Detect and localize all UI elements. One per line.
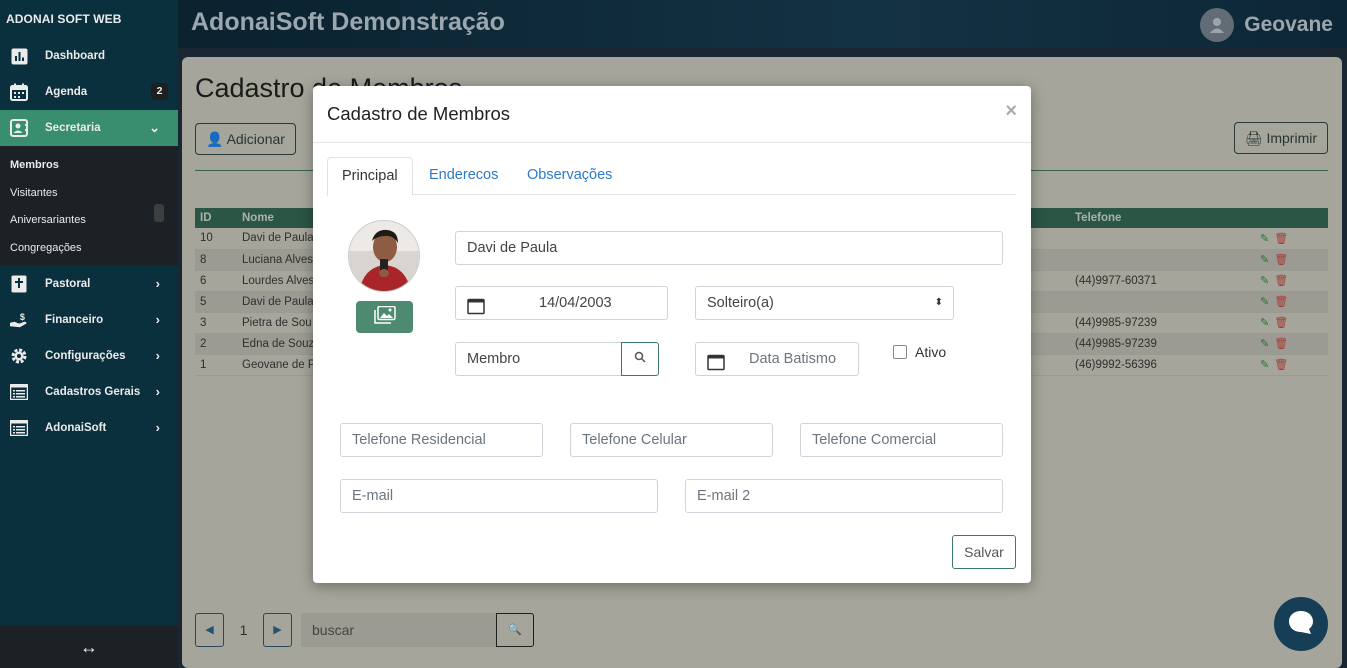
phone-commercial-field[interactable]: Telefone Comercial <box>800 423 1003 457</box>
modal-header: Cadastro de Membros × <box>313 86 1031 143</box>
member-modal: Cadastro de Membros × Principal Endereco… <box>313 86 1031 583</box>
phone-residential-field[interactable]: Telefone Residencial <box>340 423 543 457</box>
search-icon <box>634 350 646 368</box>
name-field[interactable]: Davi de Paula <box>455 231 1003 265</box>
active-checkbox-group[interactable]: Ativo <box>893 344 946 360</box>
select-arrows-icon: ⬍ <box>934 297 943 308</box>
images-icon <box>373 305 396 329</box>
chat-bubble-icon <box>1287 608 1315 641</box>
modal-title: Cadastro de Membros <box>327 103 511 124</box>
birth-date-field[interactable]: 14/04/2003 <box>455 286 668 320</box>
tab-principal[interactable]: Principal <box>327 157 413 196</box>
calendar-icon <box>707 351 725 383</box>
active-label: Ativo <box>915 344 947 360</box>
member-photo <box>348 220 420 292</box>
email-field[interactable]: E-mail <box>340 479 658 513</box>
calendar-icon <box>467 295 485 327</box>
modal-tabs: Principal Enderecos Observações <box>327 157 1016 196</box>
member-type-field[interactable]: Membro <box>455 342 622 376</box>
baptism-date-field[interactable]: Data Batismo <box>695 342 859 376</box>
email2-field[interactable]: E-mail 2 <box>685 479 1003 513</box>
member-type-search-button[interactable] <box>621 342 659 376</box>
tab-observacoes[interactable]: Observações <box>513 157 626 195</box>
marital-status-select[interactable]: Solteiro(a) ⬍ <box>695 286 954 320</box>
save-button[interactable]: Salvar <box>952 535 1016 569</box>
active-checkbox[interactable] <box>893 345 907 359</box>
upload-photo-button[interactable] <box>356 301 413 333</box>
chat-widget-button[interactable] <box>1274 597 1328 651</box>
tab-enderecos[interactable]: Enderecos <box>415 157 512 195</box>
phone-mobile-field[interactable]: Telefone Celular <box>570 423 773 457</box>
close-icon[interactable]: × <box>1005 100 1017 123</box>
